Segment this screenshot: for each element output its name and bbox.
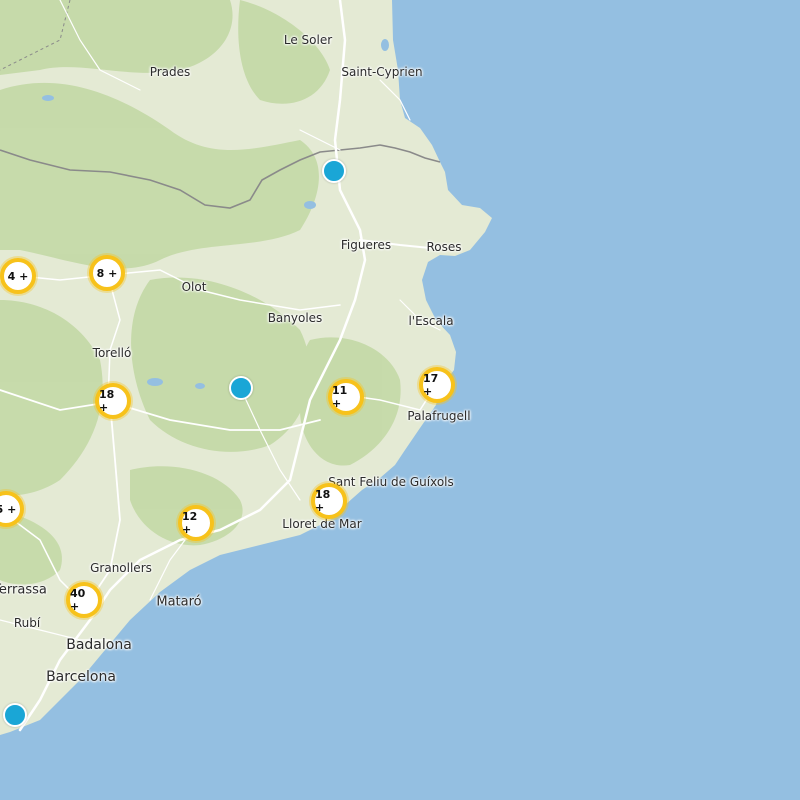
map-pin-marker[interactable] <box>229 376 253 400</box>
cluster-marker[interactable]: 12 + <box>178 505 214 541</box>
map-pin-marker[interactable] <box>3 703 27 727</box>
map-canvas[interactable]: Le Soler Prades Saint-Cyprien Figueres Roses… <box>0 0 800 800</box>
cluster-marker[interactable]: 8 + <box>89 255 125 291</box>
map-pin-marker[interactable] <box>322 159 346 183</box>
cluster-marker[interactable]: 18 + <box>95 383 131 419</box>
cluster-marker[interactable]: 17 + <box>419 367 455 403</box>
cluster-marker[interactable]: 11 + <box>328 379 364 415</box>
cluster-marker[interactable]: 4 + <box>0 258 36 294</box>
cluster-marker[interactable]: 40 + <box>66 582 102 618</box>
cluster-marker[interactable]: 18 + <box>311 483 347 519</box>
